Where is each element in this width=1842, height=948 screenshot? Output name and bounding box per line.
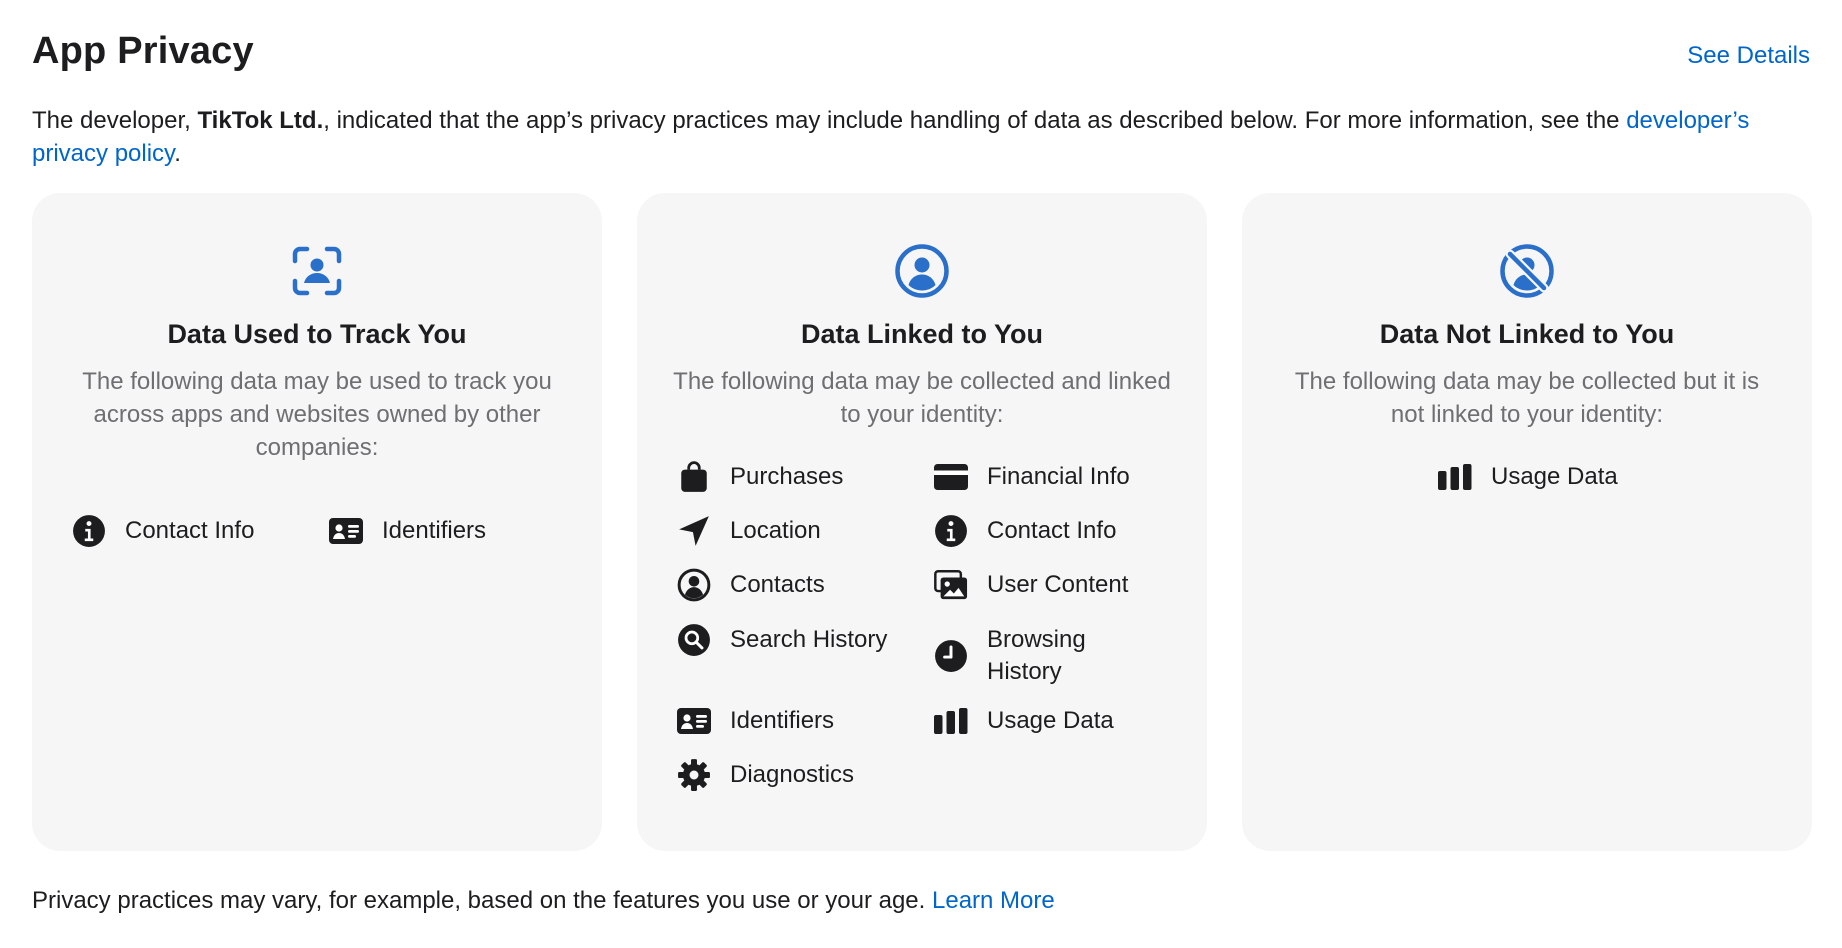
list-item-location: Location [676, 513, 821, 549]
card-data-linked-to-you: Data Linked to You The following data ma… [637, 193, 1207, 851]
person-circle-icon [894, 243, 950, 299]
list-item-identifiers: Identifiers [676, 703, 834, 739]
tracking-icon [289, 243, 345, 299]
info-circle-icon [933, 513, 969, 549]
list-item-label: Usage Data [987, 707, 1114, 734]
footer-text: Privacy practices may vary, for example,… [32, 887, 932, 914]
section-header: App Privacy See Details [32, 28, 1810, 78]
card-title: Data Not Linked to You [1379, 319, 1675, 349]
page-title: App Privacy [32, 30, 254, 72]
location-arrow-icon [676, 513, 712, 549]
list-item-diagnostics: Diagnostics [676, 757, 854, 793]
list-item-label: Location [730, 517, 821, 544]
card-data-not-linked-to-you: Data Not Linked to You The following dat… [1242, 193, 1812, 851]
bar-chart-icon [933, 703, 969, 739]
list-item-financial-info: Financial Info [933, 459, 1130, 495]
card-title: Data Used to Track You [167, 319, 467, 349]
list-item-usage-data: Usage Data [933, 703, 1114, 739]
list-item-label: Usage Data [1491, 463, 1618, 490]
list-item-contact-info: Contact Info [71, 513, 254, 549]
gear-icon [676, 757, 712, 793]
list-item-label: Identifiers [730, 707, 835, 734]
list-item-label: Diagnostics [730, 761, 855, 788]
list-item-usage-data: Usage Data [1437, 459, 1618, 495]
see-details-link[interactable]: See Details [1687, 42, 1810, 70]
bar-chart-icon [1437, 459, 1473, 495]
card-title: Data Linked to You [800, 319, 1044, 349]
list-item-user-content: User Content [933, 567, 1128, 603]
list-item-label: Contact Info [987, 517, 1117, 544]
intro-suffix: . [174, 140, 181, 167]
list-item-label: Search History [730, 626, 888, 653]
card-data-used-to-track-you: Data Used to Track You The following dat… [32, 193, 602, 851]
list-item-browsing-history: Browsing History [933, 622, 1147, 688]
id-card-icon [328, 513, 364, 549]
card-description: The following data may be collected but … [1294, 368, 1760, 428]
card-description: The following data may be used to track … [82, 368, 552, 461]
developer-name: TikTok Ltd. [197, 107, 324, 134]
app-privacy-section: App Privacy See Details The developer, T… [0, 0, 1842, 948]
list-item-label: User Content [987, 571, 1129, 598]
list-item-search-history: Search History [676, 622, 887, 658]
person-slash-icon [1499, 243, 1555, 299]
intro-paragraph: The developer, TikTok Ltd., indicated th… [32, 104, 1812, 170]
list-item-label: Contact Info [125, 517, 255, 544]
magnifier-icon [676, 622, 712, 658]
card-description: The following data may be collected and … [673, 368, 1171, 428]
photos-icon [933, 567, 969, 603]
intro-middle: , indicated that the app’s privacy pract… [323, 107, 1627, 134]
privacy-cards: Data Used to Track You The following dat… [32, 193, 1812, 851]
id-card-icon [676, 703, 712, 739]
info-circle-icon [71, 513, 107, 549]
list-item-label: Financial Info [987, 463, 1130, 490]
list-item-contact-info: Contact Info [933, 513, 1116, 549]
list-item-purchases: Purchases [676, 459, 843, 495]
clock-icon [933, 638, 969, 674]
list-item-label: Browsing History [987, 626, 1086, 685]
contacts-icon [676, 567, 712, 603]
list-item-label: Identifiers [382, 517, 487, 544]
footer-note: Privacy practices may vary, for example,… [32, 884, 1812, 917]
list-item-label: Contacts [730, 571, 825, 598]
list-item-identifiers: Identifiers [328, 513, 486, 549]
list-item-contacts: Contacts [676, 567, 825, 603]
intro-prefix: The developer, [32, 107, 198, 134]
credit-card-icon [933, 459, 969, 495]
shopping-bag-icon [676, 459, 712, 495]
learn-more-link[interactable]: Learn More [932, 887, 1055, 914]
list-item-label: Purchases [730, 463, 844, 490]
